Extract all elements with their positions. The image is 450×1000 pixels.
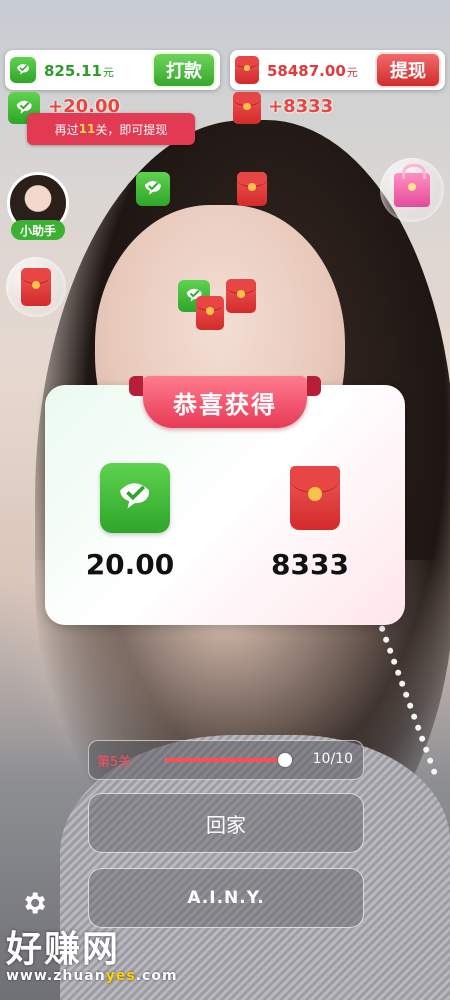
wechat-reward-icon	[100, 463, 170, 533]
floating-redpacket-icon	[237, 172, 267, 206]
redpacket-balance-amount: 58487.00	[267, 61, 346, 80]
redpacket-balance-bar: 58487.00元 提现	[230, 50, 445, 90]
home-button[interactable]: 回家	[88, 793, 364, 853]
settings-gear-icon[interactable]	[20, 889, 48, 917]
payout-button[interactable]: 打款	[152, 52, 216, 88]
redpacket-gain-text: +8333	[268, 96, 334, 117]
tip-prefix: 再过	[54, 122, 79, 137]
gift-bag-button[interactable]	[380, 158, 444, 222]
level-knob	[278, 753, 292, 767]
floating-redpacket-icon	[196, 296, 224, 330]
wechat-balance-amount: 825.11	[44, 61, 102, 80]
redpacket-gain-icon	[233, 92, 261, 124]
site-watermark: 好赚网 www.zhuanyes.com	[6, 920, 178, 984]
watermark-url-highlight: yes	[105, 968, 136, 984]
tip-suffix: 关，即可提现	[95, 122, 168, 137]
redpacket-icon	[290, 466, 340, 530]
second-action-button[interactable]: A.I.N.Y.	[88, 868, 364, 928]
watermark-cn: 好赚网	[6, 929, 121, 970]
redpacket-balance: 58487.00元	[267, 61, 358, 80]
watermark-url: www.zhuanyes.com	[6, 968, 178, 984]
level-progress-bar: 第5关 10/10	[88, 740, 364, 780]
wechat-icon	[10, 57, 36, 83]
reward-dialog-title: 恭喜获得	[129, 376, 321, 428]
level-fill	[165, 758, 285, 762]
floating-redpacket-icon	[226, 279, 256, 313]
redpacket-reward-icon	[290, 466, 340, 530]
redpacket-icon	[21, 268, 51, 306]
levels-remaining-tip: 再过 11 关，即可提现	[27, 113, 195, 145]
redpacket-reward-value: 8333	[271, 548, 349, 581]
wechat-balance-unit: 元	[102, 65, 114, 79]
level-label: 第5关	[97, 755, 132, 770]
redpacket-bubble-button[interactable]	[6, 257, 66, 317]
redpacket-icon	[235, 56, 259, 84]
assistant-label: 小助手	[11, 220, 65, 240]
level-track	[165, 753, 292, 767]
assistant-button[interactable]: 小助手	[7, 172, 69, 244]
withdraw-button[interactable]: 提现	[375, 52, 441, 88]
watermark-url-part: www.zhuan	[6, 968, 106, 984]
redpacket-balance-unit: 元	[346, 65, 358, 79]
floating-wechat-icon	[136, 172, 170, 206]
gift-bag-icon	[394, 164, 430, 207]
wechat-balance: 825.11元	[44, 61, 114, 80]
level-count: 10/10	[312, 751, 353, 767]
wechat-reward-value: 20.00	[85, 548, 175, 581]
wechat-balance-bar: 825.11元 打款	[5, 50, 220, 90]
tip-count: 11	[78, 122, 96, 136]
watermark-url-part: .com	[135, 968, 178, 984]
